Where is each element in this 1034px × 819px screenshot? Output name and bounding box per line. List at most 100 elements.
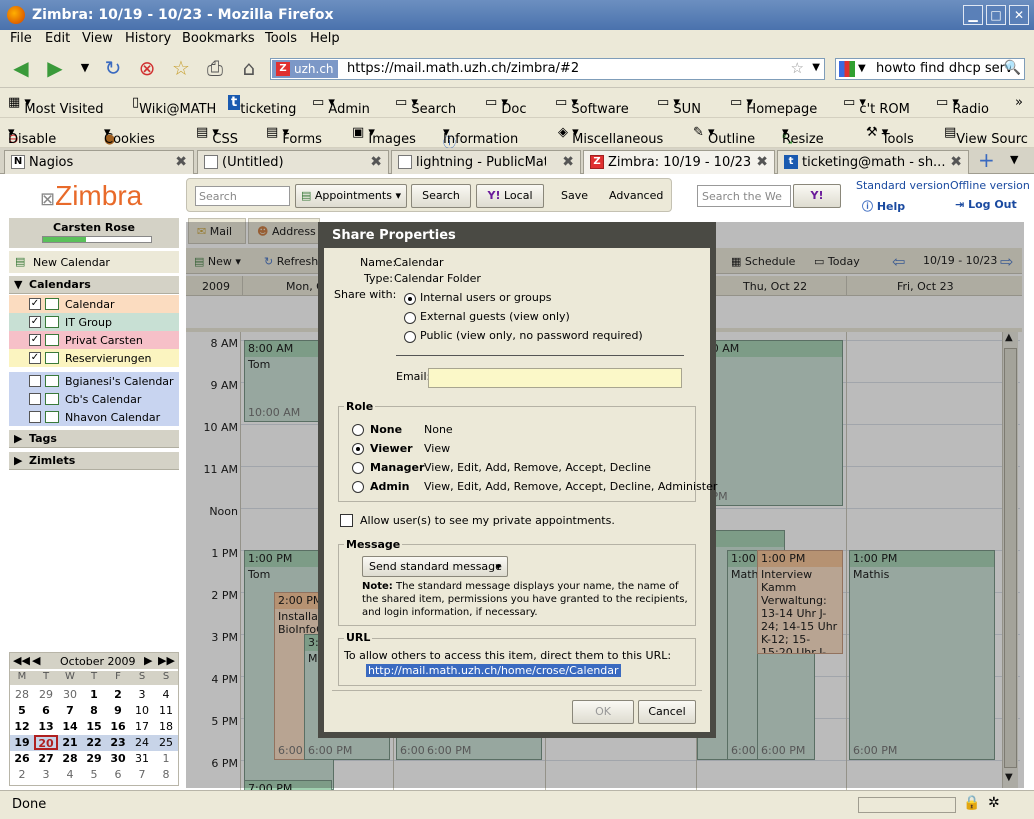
minimize-button[interactable]: ▁: [963, 5, 983, 25]
webdev-resize[interactable]: ⤡ Resize ▾: [782, 125, 824, 147]
role-manager-radio[interactable]: [352, 462, 364, 474]
search-type-dropdown[interactable]: ▤ Appointments ▾: [295, 184, 407, 208]
close-tab-icon[interactable]: ✖: [175, 154, 187, 170]
message-type-dropdown[interactable]: Send standard message ▾: [362, 556, 508, 577]
mini-calendar-day[interactable]: 7: [58, 704, 82, 717]
mini-calendar-day[interactable]: 21: [58, 736, 82, 749]
mini-calendar-day[interactable]: 8: [154, 768, 178, 781]
mini-calendar-day[interactable]: 14: [58, 720, 82, 733]
expand-icon[interactable]: ▶: [14, 454, 22, 467]
share-public-radio[interactable]: [404, 331, 416, 343]
mini-calendar-day[interactable]: 24: [130, 736, 154, 749]
webdev-disable[interactable]: ⊖ Disable ▾: [8, 125, 56, 147]
mini-calendar-day[interactable]: 12: [10, 720, 34, 733]
menu-help[interactable]: Help: [310, 31, 340, 46]
bookmark-homepage[interactable]: ▭ Homepage ▾: [730, 95, 817, 117]
tab-nagios[interactable]: N Nagios ✖: [4, 150, 194, 174]
mini-calendar-day[interactable]: 18: [154, 720, 178, 733]
menu-history[interactable]: History: [125, 31, 171, 46]
menu-file[interactable]: File: [10, 31, 32, 46]
webdev-forms[interactable]: ▤ Forms ▾: [266, 125, 322, 147]
save-search-button[interactable]: Save: [561, 189, 588, 202]
history-dropdown-icon[interactable]: ▼: [72, 56, 98, 80]
webdev-images[interactable]: ▣ Images ▾: [352, 125, 416, 147]
calendar-checkbox[interactable]: ✓: [29, 334, 41, 346]
mini-calendar-day[interactable]: 5: [82, 768, 106, 781]
role-admin-radio[interactable]: [352, 481, 364, 493]
bookmark-search[interactable]: ▭ Search ▾: [395, 95, 456, 117]
mini-calendar-day[interactable]: 30: [106, 752, 130, 765]
menu-tools[interactable]: Tools: [265, 31, 297, 46]
mini-calendar-day[interactable]: 5: [10, 704, 34, 717]
calendar-checkbox[interactable]: ✓: [29, 316, 41, 328]
tab-untitled[interactable]: (Untitled) ✖: [197, 150, 389, 174]
mini-calendar-day[interactable]: 17: [130, 720, 154, 733]
mini-calendar-day[interactable]: 26: [10, 752, 34, 765]
role-viewer-radio[interactable]: [352, 443, 364, 455]
mini-calendar-day[interactable]: 2: [10, 768, 34, 781]
calendars-header[interactable]: ▼ Calendars: [9, 276, 179, 294]
mini-calendar-day[interactable]: 3: [130, 688, 154, 701]
calendar-item[interactable]: Cb's Calendar: [9, 390, 179, 408]
bookmark-wiki-math[interactable]: ▯ Wiki@MATH: [132, 95, 216, 117]
webdev-tools[interactable]: ⚒ Tools ▾: [866, 125, 914, 147]
menu-bookmarks[interactable]: Bookmarks: [182, 31, 255, 46]
yahoo-search-button[interactable]: Y!: [793, 184, 841, 208]
stop-icon[interactable]: ⊗: [134, 56, 160, 80]
mini-calendar-day[interactable]: 25: [154, 736, 178, 749]
bookmark-star-icon[interactable]: ☆: [791, 59, 804, 77]
print-icon[interactable]: ⎙: [202, 56, 228, 80]
web-search-input[interactable]: Search the We: [697, 185, 791, 207]
advanced-search-button[interactable]: Advanced: [609, 189, 663, 202]
mini-calendar-day[interactable]: 4: [58, 768, 82, 781]
bookmark-most-visited[interactable]: ▦ Most Visited ▾: [8, 95, 104, 117]
next-month-icon[interactable]: ▶: [144, 654, 152, 667]
webdev-css[interactable]: ▤ CSS ▾: [196, 125, 238, 147]
webdev-miscellaneous[interactable]: ◈ Miscellaneous ▾: [558, 125, 663, 147]
mini-calendar-day[interactable]: 28: [58, 752, 82, 765]
mini-calendar-day[interactable]: 2: [106, 688, 130, 701]
mini-calendar-day[interactable]: 1: [82, 688, 106, 701]
mini-calendar-day[interactable]: 20: [34, 735, 58, 750]
google-icon[interactable]: [839, 61, 855, 77]
maximize-button[interactable]: □: [986, 5, 1006, 25]
mini-calendar-day[interactable]: 31: [130, 752, 154, 765]
ok-button[interactable]: OK: [572, 700, 634, 724]
next-year-icon[interactable]: ▶▶: [158, 654, 175, 667]
bookmark-ct-rom[interactable]: ▭ c't ROM ▾: [843, 95, 910, 117]
web-search-box[interactable]: ▼ howto find dhcp serv 🔍: [835, 58, 1025, 80]
calendar-checkbox[interactable]: [29, 375, 41, 387]
close-tab-icon[interactable]: ✖: [950, 154, 962, 170]
email-input[interactable]: [428, 368, 682, 388]
local-search-button[interactable]: Y! Local: [476, 184, 544, 208]
prev-month-icon[interactable]: ◀: [32, 654, 40, 667]
site-identity[interactable]: Zuzh.ch: [272, 60, 338, 78]
standard-version-link[interactable]: Standard version: [856, 179, 950, 192]
calendar-item[interactable]: Bgianesi's Calendar: [9, 372, 179, 390]
logout-link[interactable]: ⇥ Log Out: [955, 198, 1017, 211]
webdev-information[interactable]: ⓘ Information ▾: [443, 125, 518, 151]
share-url[interactable]: http://mail.math.uzh.ch/home/crose/Calen…: [366, 664, 621, 677]
close-tab-icon[interactable]: ✖: [756, 154, 768, 170]
tab-lightning[interactable]: lightning - PublicMat...✖: [391, 150, 581, 174]
calendar-checkbox[interactable]: [29, 393, 41, 405]
bookmark-doc[interactable]: ▭ Doc ▾: [485, 95, 527, 117]
calendar-checkbox[interactable]: [29, 411, 41, 423]
bookmarks-overflow[interactable]: »: [1015, 95, 1023, 110]
help-link[interactable]: ⓘ Help: [862, 198, 905, 214]
calendar-item[interactable]: ✓ Privat Carsten: [9, 331, 179, 349]
mini-calendar-day[interactable]: 19: [10, 736, 34, 749]
cancel-button[interactable]: Cancel: [638, 700, 696, 724]
webdev-outline[interactable]: ✎ Outline ▾: [693, 125, 755, 147]
mini-calendar-day[interactable]: 28: [10, 688, 34, 701]
mini-calendar-day[interactable]: 13: [34, 720, 58, 733]
mini-calendar-day[interactable]: 3: [34, 768, 58, 781]
mini-calendar-day[interactable]: 7: [130, 768, 154, 781]
mini-calendar-day[interactable]: 30: [58, 688, 82, 701]
tab-zimbra[interactable]: Z Zimbra: 10/19 - 10/23 ✖: [583, 150, 775, 174]
home-icon[interactable]: ⌂: [236, 56, 262, 80]
forward-arrow-icon[interactable]: ▶: [42, 56, 68, 80]
mini-calendar-day[interactable]: 27: [34, 752, 58, 765]
share-external-radio[interactable]: [404, 312, 416, 324]
calendar-checkbox[interactable]: ✓: [29, 352, 41, 364]
